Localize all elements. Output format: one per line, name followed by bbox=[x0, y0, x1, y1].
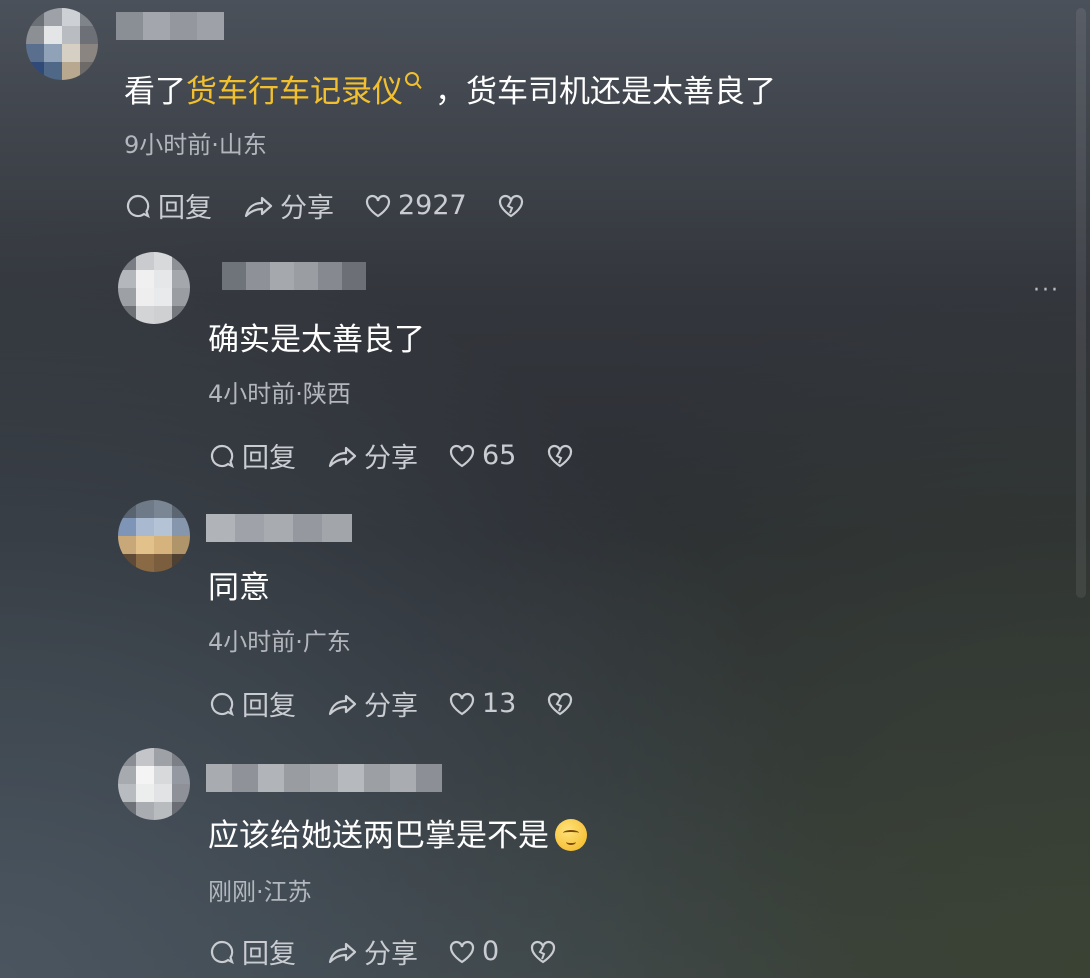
username-blurred[interactable] bbox=[206, 514, 352, 542]
like-button[interactable]: 65 bbox=[448, 440, 516, 471]
comment-bubble-icon bbox=[210, 940, 234, 964]
dislike-button[interactable] bbox=[497, 192, 531, 220]
comment-meta: 刚刚·江苏 bbox=[208, 878, 312, 906]
like-count: 13 bbox=[482, 688, 517, 719]
share-arrow-icon bbox=[328, 942, 357, 963]
like-button[interactable]: 0 bbox=[448, 936, 499, 967]
broken-heart-icon bbox=[548, 444, 573, 467]
username-blurred[interactable] bbox=[116, 12, 224, 40]
smirk-emoji-icon bbox=[555, 818, 587, 851]
comment-actions: 回复 分享 0 bbox=[208, 932, 593, 971]
comment-text: 同意 bbox=[208, 570, 270, 606]
comment-actions: 回复 分享 2927 bbox=[124, 186, 561, 225]
share-button[interactable]: 分享 bbox=[326, 436, 418, 475]
broken-heart-icon bbox=[531, 940, 556, 963]
avatar[interactable] bbox=[118, 500, 190, 572]
broken-heart-icon bbox=[498, 194, 523, 217]
share-arrow-icon bbox=[328, 446, 357, 467]
comment-bubble-icon bbox=[210, 444, 234, 468]
avatar[interactable] bbox=[26, 8, 98, 80]
comment-meta: 4小时前·陕西 bbox=[208, 380, 351, 408]
username-blurred[interactable] bbox=[206, 764, 442, 792]
share-arrow-icon bbox=[328, 694, 357, 715]
dislike-button[interactable] bbox=[546, 442, 580, 470]
reply-button[interactable]: 回复 bbox=[208, 684, 296, 723]
like-button[interactable]: 2927 bbox=[364, 190, 467, 221]
broken-heart-icon bbox=[548, 692, 573, 715]
comment-text: 看了货车行车记录仪 ，货车司机还是太善良了 bbox=[124, 72, 776, 110]
share-button[interactable]: 分享 bbox=[242, 186, 334, 225]
like-button[interactable]: 13 bbox=[448, 688, 516, 719]
like-count: 2927 bbox=[398, 190, 467, 221]
comment-bubble-icon bbox=[126, 194, 150, 218]
heart-icon bbox=[449, 444, 475, 467]
heart-icon bbox=[449, 692, 475, 715]
more-options-button[interactable]: ··· bbox=[1033, 278, 1060, 303]
like-count: 0 bbox=[482, 936, 500, 967]
search-keyword-link[interactable]: 货车行车记录仪 bbox=[186, 74, 403, 110]
comment-meta: 4小时前·广东 bbox=[208, 628, 351, 656]
avatar[interactable] bbox=[118, 252, 190, 324]
reply-button[interactable]: 回复 bbox=[208, 932, 296, 971]
reply-button[interactable]: 回复 bbox=[208, 436, 296, 475]
reply-button[interactable]: 回复 bbox=[124, 186, 212, 225]
search-icon[interactable] bbox=[405, 72, 419, 86]
scrollbar[interactable] bbox=[1076, 8, 1086, 598]
heart-icon bbox=[449, 940, 475, 963]
share-button[interactable]: 分享 bbox=[326, 932, 418, 971]
comment-text: 应该给她送两巴掌是不是 bbox=[208, 816, 587, 856]
share-button[interactable]: 分享 bbox=[326, 684, 418, 723]
like-count: 65 bbox=[482, 440, 517, 471]
username-blurred[interactable] bbox=[222, 262, 366, 290]
share-arrow-icon bbox=[244, 196, 273, 217]
heart-icon bbox=[365, 194, 391, 217]
comment-actions: 回复 分享 13 bbox=[208, 684, 610, 723]
avatar[interactable] bbox=[118, 748, 190, 820]
comment-bubble-icon bbox=[210, 692, 234, 716]
dislike-button[interactable] bbox=[546, 690, 580, 718]
comment-actions: 回复 分享 65 bbox=[208, 436, 610, 475]
comment-meta: 9小时前·山东 bbox=[124, 131, 267, 159]
dislike-button[interactable] bbox=[529, 938, 563, 966]
comment-text: 确实是太善良了 bbox=[208, 322, 425, 358]
